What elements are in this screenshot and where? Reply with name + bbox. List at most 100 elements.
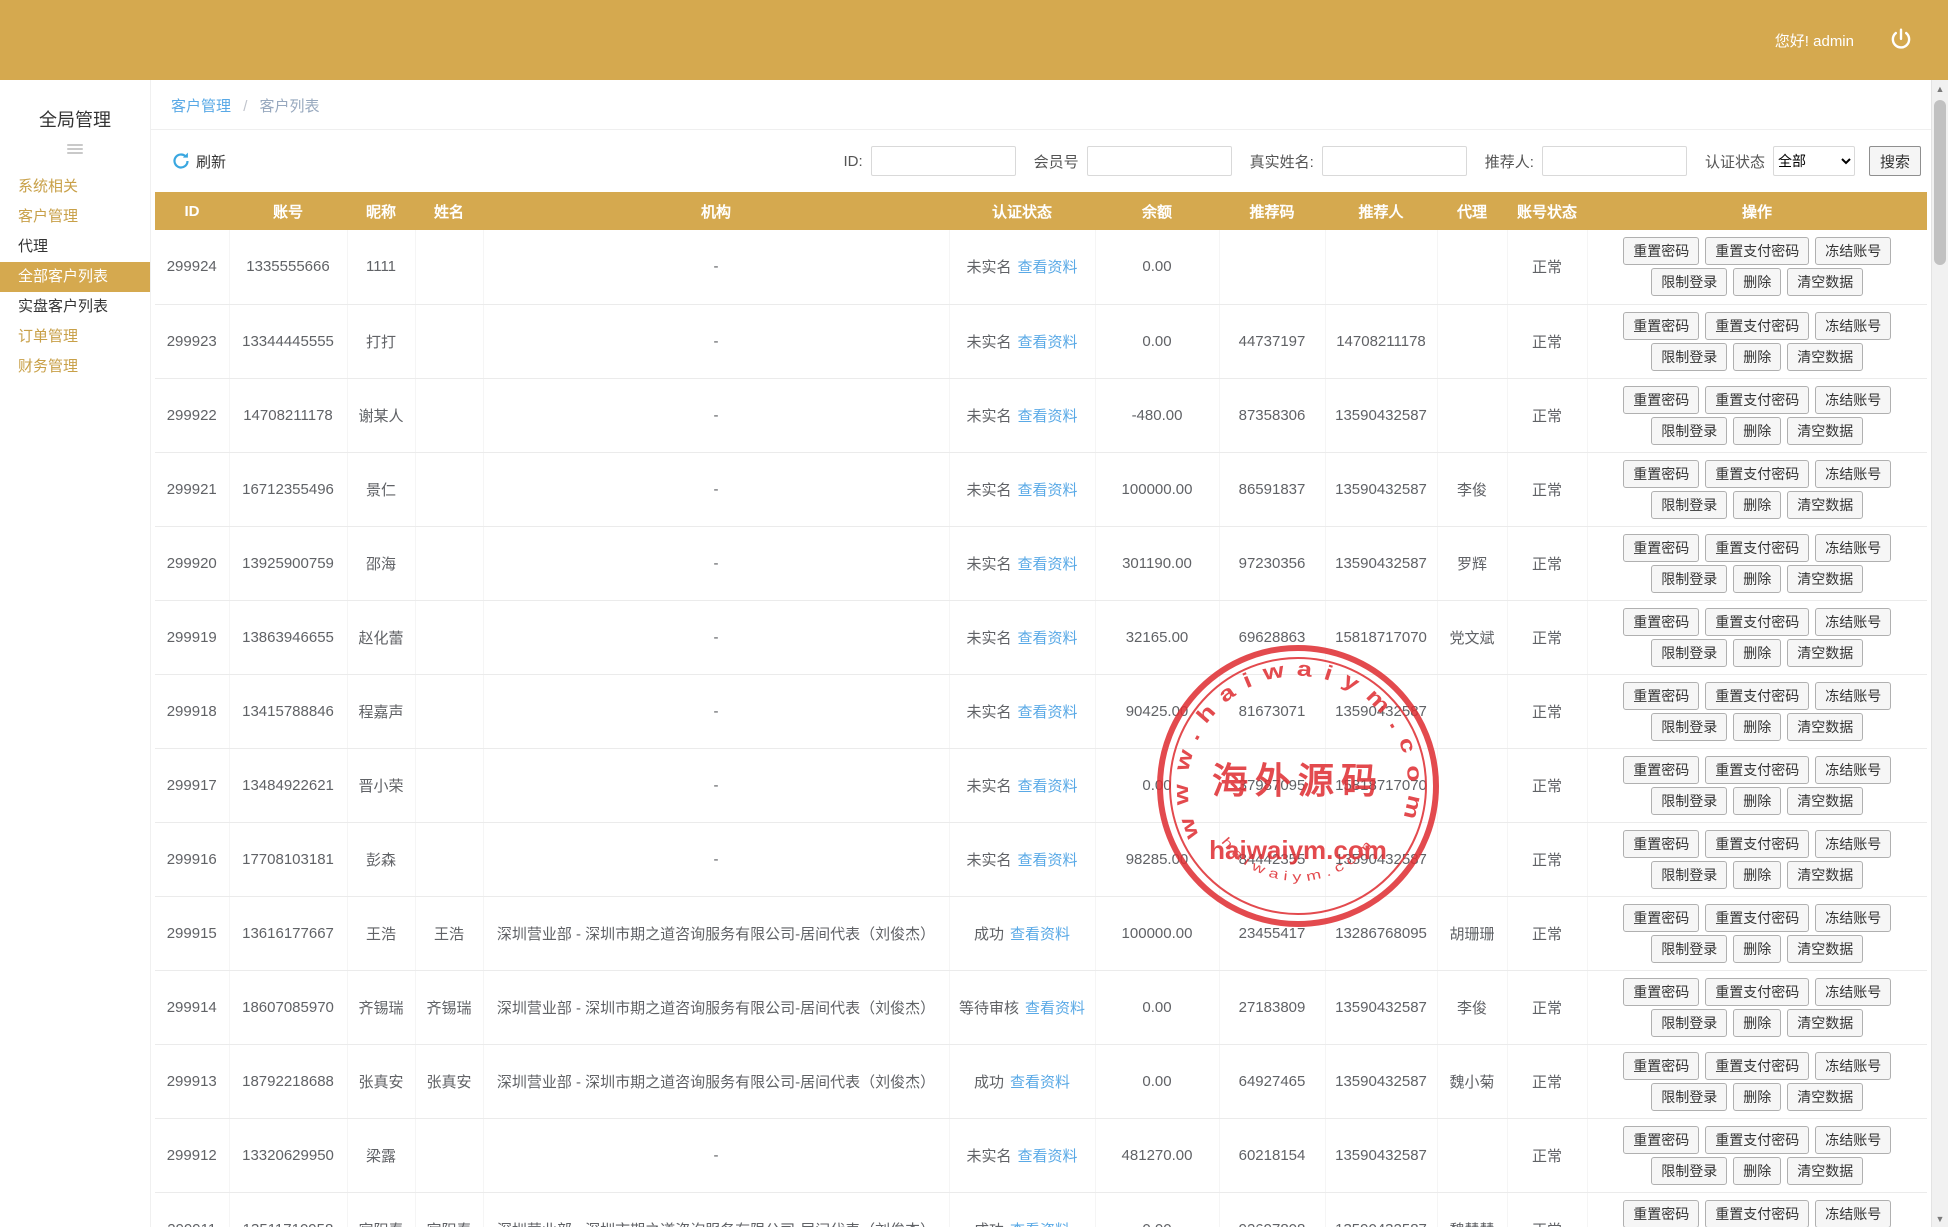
sidebar-item-finance-management[interactable]: 财务管理 xyxy=(0,352,150,382)
clear-data-button[interactable]: 清空数据 xyxy=(1787,268,1864,297)
reset-password-button[interactable]: 重置密码 xyxy=(1623,681,1700,710)
delete-button[interactable]: 删除 xyxy=(1733,268,1782,297)
reset-pay-password-button[interactable]: 重置支付密码 xyxy=(1705,533,1810,562)
restrict-login-button[interactable]: 限制登录 xyxy=(1651,268,1728,297)
delete-button[interactable]: 删除 xyxy=(1733,342,1782,371)
clear-data-button[interactable]: 清空数据 xyxy=(1787,638,1864,667)
restrict-login-button[interactable]: 限制登录 xyxy=(1651,712,1728,741)
reset-password-button[interactable]: 重置密码 xyxy=(1623,459,1700,488)
freeze-account-button[interactable]: 冻结账号 xyxy=(1815,681,1892,710)
view-profile-link[interactable]: 查看资料 xyxy=(1018,778,1078,795)
freeze-account-button[interactable]: 冻结账号 xyxy=(1815,607,1892,636)
clear-data-button[interactable]: 清空数据 xyxy=(1787,1156,1864,1185)
clear-data-button[interactable]: 清空数据 xyxy=(1787,564,1864,593)
scroll-up-arrow-icon[interactable]: ▲ xyxy=(1932,80,1948,97)
real-name-filter-input[interactable] xyxy=(1321,146,1467,176)
reset-pay-password-button[interactable]: 重置支付密码 xyxy=(1705,385,1810,414)
reset-password-button[interactable]: 重置密码 xyxy=(1623,755,1700,784)
sidebar-item-system[interactable]: 系统相关 xyxy=(0,172,150,202)
reset-pay-password-button[interactable]: 重置支付密码 xyxy=(1705,459,1810,488)
reset-password-button[interactable]: 重置密码 xyxy=(1623,829,1700,858)
scroll-down-arrow-icon[interactable]: ▼ xyxy=(1932,1210,1948,1227)
reset-password-button[interactable]: 重置密码 xyxy=(1623,607,1700,636)
view-profile-link[interactable]: 查看资料 xyxy=(1018,1148,1078,1165)
delete-button[interactable]: 删除 xyxy=(1733,1156,1782,1185)
freeze-account-button[interactable]: 冻结账号 xyxy=(1815,311,1892,340)
view-profile-link[interactable]: 查看资料 xyxy=(1018,482,1078,499)
view-profile-link[interactable]: 查看资料 xyxy=(1018,704,1078,721)
restrict-login-button[interactable]: 限制登录 xyxy=(1651,786,1728,815)
id-filter-input[interactable] xyxy=(870,146,1016,176)
sidebar-item-real-customer-list[interactable]: 实盘客户列表 xyxy=(0,292,150,322)
refresh-button[interactable]: 刷新 xyxy=(171,151,226,172)
sidebar-item-order-management[interactable]: 订单管理 xyxy=(0,322,150,352)
clear-data-button[interactable]: 清空数据 xyxy=(1787,712,1864,741)
restrict-login-button[interactable]: 限制登录 xyxy=(1651,1008,1728,1037)
reset-password-button[interactable]: 重置密码 xyxy=(1623,903,1700,932)
reset-password-button[interactable]: 重置密码 xyxy=(1623,977,1700,1006)
view-profile-link[interactable]: 查看资料 xyxy=(1025,1000,1085,1017)
sidebar-item-all-customer-list[interactable]: 全部客户列表 xyxy=(0,262,150,292)
delete-button[interactable]: 删除 xyxy=(1733,564,1782,593)
clear-data-button[interactable]: 清空数据 xyxy=(1787,786,1864,815)
breadcrumb-parent-link[interactable]: 客户管理 xyxy=(171,98,231,115)
reset-pay-password-button[interactable]: 重置支付密码 xyxy=(1705,311,1810,340)
freeze-account-button[interactable]: 冻结账号 xyxy=(1815,829,1892,858)
scrollbar-thumb[interactable] xyxy=(1934,100,1946,265)
freeze-account-button[interactable]: 冻结账号 xyxy=(1815,903,1892,932)
freeze-account-button[interactable]: 冻结账号 xyxy=(1815,1051,1892,1080)
delete-button[interactable]: 删除 xyxy=(1733,786,1782,815)
view-profile-link[interactable]: 查看资料 xyxy=(1010,1222,1070,1227)
reset-pay-password-button[interactable]: 重置支付密码 xyxy=(1705,1125,1810,1154)
reset-pay-password-button[interactable]: 重置支付密码 xyxy=(1705,1199,1810,1227)
restrict-login-button[interactable]: 限制登录 xyxy=(1651,490,1728,519)
referrer-filter-input[interactable] xyxy=(1541,146,1687,176)
reset-password-button[interactable]: 重置密码 xyxy=(1623,1199,1700,1227)
search-button[interactable]: 搜索 xyxy=(1868,146,1921,176)
sidebar-item-agent[interactable]: 代理 xyxy=(0,232,150,262)
restrict-login-button[interactable]: 限制登录 xyxy=(1651,860,1728,889)
delete-button[interactable]: 删除 xyxy=(1733,712,1782,741)
freeze-account-button[interactable]: 冻结账号 xyxy=(1815,237,1892,266)
clear-data-button[interactable]: 清空数据 xyxy=(1787,1008,1864,1037)
vertical-scrollbar[interactable]: ▲ ▼ xyxy=(1931,80,1948,1227)
view-profile-link[interactable]: 查看资料 xyxy=(1018,259,1078,276)
auth-status-select[interactable]: 全部 xyxy=(1772,146,1855,176)
clear-data-button[interactable]: 清空数据 xyxy=(1787,342,1864,371)
reset-password-button[interactable]: 重置密码 xyxy=(1623,385,1700,414)
view-profile-link[interactable]: 查看资料 xyxy=(1018,630,1078,647)
sidebar-collapse-handle[interactable] xyxy=(67,144,83,154)
delete-button[interactable]: 删除 xyxy=(1733,416,1782,445)
freeze-account-button[interactable]: 冻结账号 xyxy=(1815,533,1892,562)
reset-pay-password-button[interactable]: 重置支付密码 xyxy=(1705,903,1810,932)
reset-pay-password-button[interactable]: 重置支付密码 xyxy=(1705,681,1810,710)
reset-password-button[interactable]: 重置密码 xyxy=(1623,1051,1700,1080)
restrict-login-button[interactable]: 限制登录 xyxy=(1651,1156,1728,1185)
reset-password-button[interactable]: 重置密码 xyxy=(1623,311,1700,340)
restrict-login-button[interactable]: 限制登录 xyxy=(1651,342,1728,371)
view-profile-link[interactable]: 查看资料 xyxy=(1018,408,1078,425)
view-profile-link[interactable]: 查看资料 xyxy=(1018,852,1078,869)
reset-pay-password-button[interactable]: 重置支付密码 xyxy=(1705,755,1810,784)
reset-pay-password-button[interactable]: 重置支付密码 xyxy=(1705,237,1810,266)
delete-button[interactable]: 删除 xyxy=(1733,490,1782,519)
reset-pay-password-button[interactable]: 重置支付密码 xyxy=(1705,1051,1810,1080)
clear-data-button[interactable]: 清空数据 xyxy=(1787,934,1864,963)
member-no-filter-input[interactable] xyxy=(1086,146,1232,176)
restrict-login-button[interactable]: 限制登录 xyxy=(1651,416,1728,445)
sidebar-item-customer-management[interactable]: 客户管理 xyxy=(0,202,150,232)
freeze-account-button[interactable]: 冻结账号 xyxy=(1815,1199,1892,1227)
delete-button[interactable]: 删除 xyxy=(1733,934,1782,963)
view-profile-link[interactable]: 查看资料 xyxy=(1010,926,1070,943)
logout-power-icon[interactable] xyxy=(1888,27,1914,53)
view-profile-link[interactable]: 查看资料 xyxy=(1018,334,1078,351)
restrict-login-button[interactable]: 限制登录 xyxy=(1651,564,1728,593)
delete-button[interactable]: 删除 xyxy=(1733,1082,1782,1111)
view-profile-link[interactable]: 查看资料 xyxy=(1018,556,1078,573)
clear-data-button[interactable]: 清空数据 xyxy=(1787,1082,1864,1111)
freeze-account-button[interactable]: 冻结账号 xyxy=(1815,755,1892,784)
reset-password-button[interactable]: 重置密码 xyxy=(1623,237,1700,266)
freeze-account-button[interactable]: 冻结账号 xyxy=(1815,385,1892,414)
delete-button[interactable]: 删除 xyxy=(1733,860,1782,889)
reset-pay-password-button[interactable]: 重置支付密码 xyxy=(1705,977,1810,1006)
